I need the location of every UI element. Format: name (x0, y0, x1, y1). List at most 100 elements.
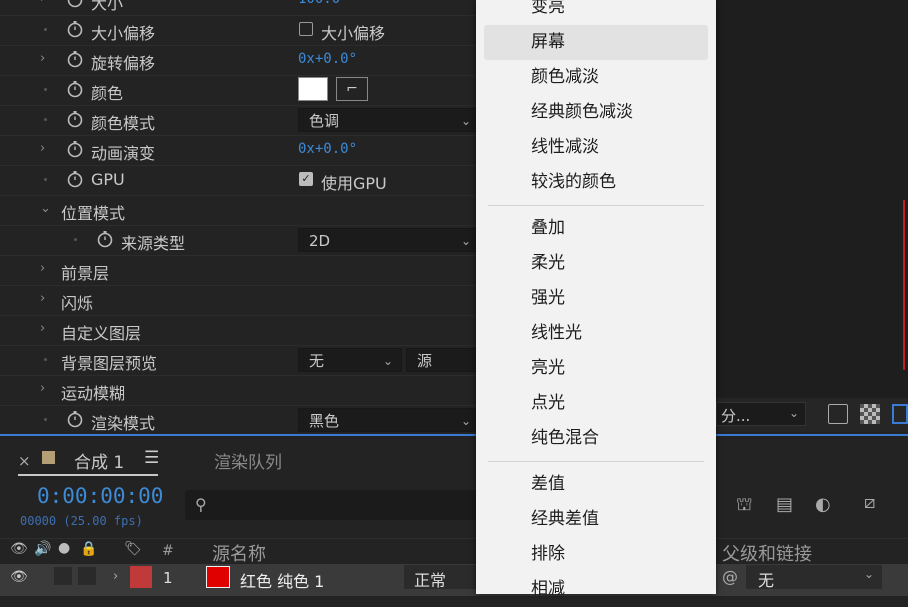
blend-mode-option[interactable]: 经典差值 (484, 502, 708, 537)
blend-mode-option[interactable]: 差值 (484, 467, 708, 502)
layer-lock-toggle[interactable] (78, 567, 96, 585)
stopwatch-icon[interactable] (66, 80, 84, 98)
stopwatch-icon[interactable] (66, 140, 84, 158)
chevron-right-icon[interactable]: › (113, 569, 118, 584)
chevron-right-icon[interactable]: › (40, 142, 50, 156)
blend-mode-option-label: 相减 (531, 579, 565, 599)
effect-row: › 动画演变 0x+0.0° (0, 135, 480, 166)
effect-dropdown[interactable]: 黑色 ⌄ (298, 408, 480, 432)
menu-separator (488, 205, 704, 206)
effect-dropdown[interactable]: 源 (406, 348, 480, 372)
draft-3d-icon[interactable]: ⛫ (736, 494, 753, 518)
effect-dropdown[interactable]: 无 ⌄ (298, 348, 402, 372)
chevron-right-icon[interactable]: › (40, 292, 50, 306)
dropdown-value: 黑色 (309, 412, 340, 430)
blend-mode-option-label: 线性光 (531, 323, 582, 343)
effect-property-label: 来源类型 (121, 234, 186, 253)
current-timecode[interactable]: 0:00:00:00 (37, 484, 163, 508)
blend-mode-option[interactable]: 点光 (484, 386, 708, 421)
chevron-right-icon[interactable]: › (40, 322, 50, 336)
parent-dropdown[interactable]: 无 ⌄ (746, 565, 882, 590)
solo-icon[interactable]: ● (58, 540, 70, 556)
effect-checkbox[interactable] (299, 22, 313, 36)
effect-row: 大小偏移 大小偏移 (0, 15, 480, 46)
effect-property-label: 运动模糊 (61, 384, 126, 403)
effect-property-value[interactable]: 100.0 (298, 0, 340, 7)
layer-visibility-icon[interactable]: 👁 (10, 569, 28, 585)
chevron-down-icon[interactable]: ⌄ (40, 202, 51, 216)
blend-mode-option[interactable]: 叠加 (484, 211, 708, 246)
blend-mode-option[interactable]: 屏幕 (484, 25, 708, 60)
effect-property-value[interactable]: 0x+0.0° (298, 141, 357, 157)
effect-checkbox[interactable]: ✓ (299, 172, 313, 186)
stopwatch-icon[interactable] (66, 410, 84, 428)
eyedropper-icon[interactable]: ⌐ (336, 77, 368, 101)
blend-mode-option[interactable]: 纯色混合 (484, 421, 708, 456)
tree-dot (44, 118, 47, 121)
blend-mode-option-label: 柔光 (531, 253, 565, 273)
dropdown-value: 源 (417, 352, 433, 370)
graph-editor-icon[interactable]: ⧄ (864, 492, 875, 513)
layer-label-color[interactable] (130, 566, 152, 588)
motion-blur-icon[interactable]: ◐ (815, 494, 831, 515)
menu-icon[interactable]: ☰ (144, 448, 159, 468)
blend-mode-option-label: 纯色混合 (531, 428, 599, 448)
audio-icon[interactable]: 🔊 (34, 541, 51, 557)
stopwatch-icon[interactable] (66, 110, 84, 128)
effect-dropdown[interactable]: 色调 ⌄ (298, 108, 480, 132)
mask-visibility-icon[interactable] (892, 404, 908, 424)
transparency-grid-icon[interactable] (860, 404, 880, 424)
blend-mode-option[interactable]: 相减 (484, 572, 708, 607)
chevron-right-icon[interactable]: › (40, 52, 50, 66)
close-tab-icon[interactable]: × (18, 452, 31, 470)
blend-mode-value: 正常 (414, 571, 447, 590)
frame-blending-icon[interactable]: ▤ (776, 494, 793, 515)
layer-solo-toggle[interactable] (54, 567, 72, 585)
blend-mode-option[interactable]: 排除 (484, 537, 708, 572)
blend-mode-option-label: 排除 (531, 544, 565, 564)
stopwatch-icon[interactable] (66, 20, 84, 38)
effect-property-label: 前景层 (61, 264, 110, 283)
pickwhip-icon[interactable]: @ (722, 567, 738, 586)
blend-mode-option[interactable]: 变亮 (484, 0, 708, 25)
blend-mode-menu: 变亮 屏幕 颜色减淡 经典颜色减淡 线性减淡 较浅的颜色叠加柔光强光线性光亮光 点光纯色混合… (476, 0, 716, 599)
blend-mode-option[interactable]: 亮光 (484, 351, 708, 386)
effect-property-value[interactable]: 0x+0.0° (298, 51, 357, 67)
blend-mode-option[interactable]: 颜色减淡 (484, 60, 708, 95)
stopwatch-icon[interactable] (66, 50, 84, 68)
layer-search-input[interactable]: ⚲ (185, 490, 485, 520)
chevron-right-icon[interactable]: › (40, 262, 50, 276)
col-parent-link[interactable]: 父级和链接 (722, 540, 812, 566)
effect-row: ⌄ 位置模式 (0, 195, 480, 226)
blend-mode-option[interactable]: 较浅的颜色 (484, 165, 708, 200)
blend-mode-option[interactable]: 线性减淡 (484, 130, 708, 165)
lock-icon[interactable]: 🔒 (80, 541, 97, 557)
parent-value: 无 (758, 571, 775, 590)
color-swatch[interactable] (298, 77, 328, 101)
zoom-dropdown[interactable]: 分... ⌄ (716, 402, 806, 426)
blend-mode-option[interactable]: 经典颜色减淡 (484, 95, 708, 130)
layer-row[interactable]: 👁 › 1 红色 纯色 1 正常 @ 无 ⌄ (0, 564, 908, 596)
effect-row: 背景图层预览无 ⌄ 源 (0, 345, 480, 376)
chevron-right-icon[interactable]: › (40, 0, 50, 6)
blend-mode-option[interactable]: 强光 (484, 281, 708, 316)
effect-dropdown[interactable]: 2D ⌄ (298, 228, 480, 252)
blend-mode-dropdown[interactable]: 正常 (404, 565, 476, 590)
tab-composition[interactable]: 合成 1 (74, 448, 124, 473)
layer-name[interactable]: 红色 纯色 1 (240, 568, 324, 592)
chevron-right-icon[interactable]: › (40, 382, 50, 396)
stopwatch-icon[interactable] (96, 230, 114, 248)
stopwatch-icon[interactable] (66, 0, 84, 8)
tab-render-queue[interactable]: 渲染队列 (214, 448, 282, 473)
blend-mode-option[interactable]: 线性光 (484, 316, 708, 351)
label-tag-icon[interactable]: 🏷 (124, 541, 142, 557)
col-source-name[interactable]: 源名称 (212, 540, 266, 566)
checkbox-label: 大小偏移 (321, 24, 386, 43)
stopwatch-icon[interactable] (66, 170, 84, 188)
blend-mode-option[interactable]: 柔光 (484, 246, 708, 281)
dropdown-value: 2D (309, 232, 331, 250)
layer-column-header: 👁 🔊 ● 🔒 🏷 # 源名称 父级和链接 (0, 538, 908, 566)
fast-preview-icon[interactable] (828, 404, 848, 424)
eye-icon[interactable]: 👁 (10, 541, 28, 557)
viewer-edge-marker (903, 200, 905, 370)
